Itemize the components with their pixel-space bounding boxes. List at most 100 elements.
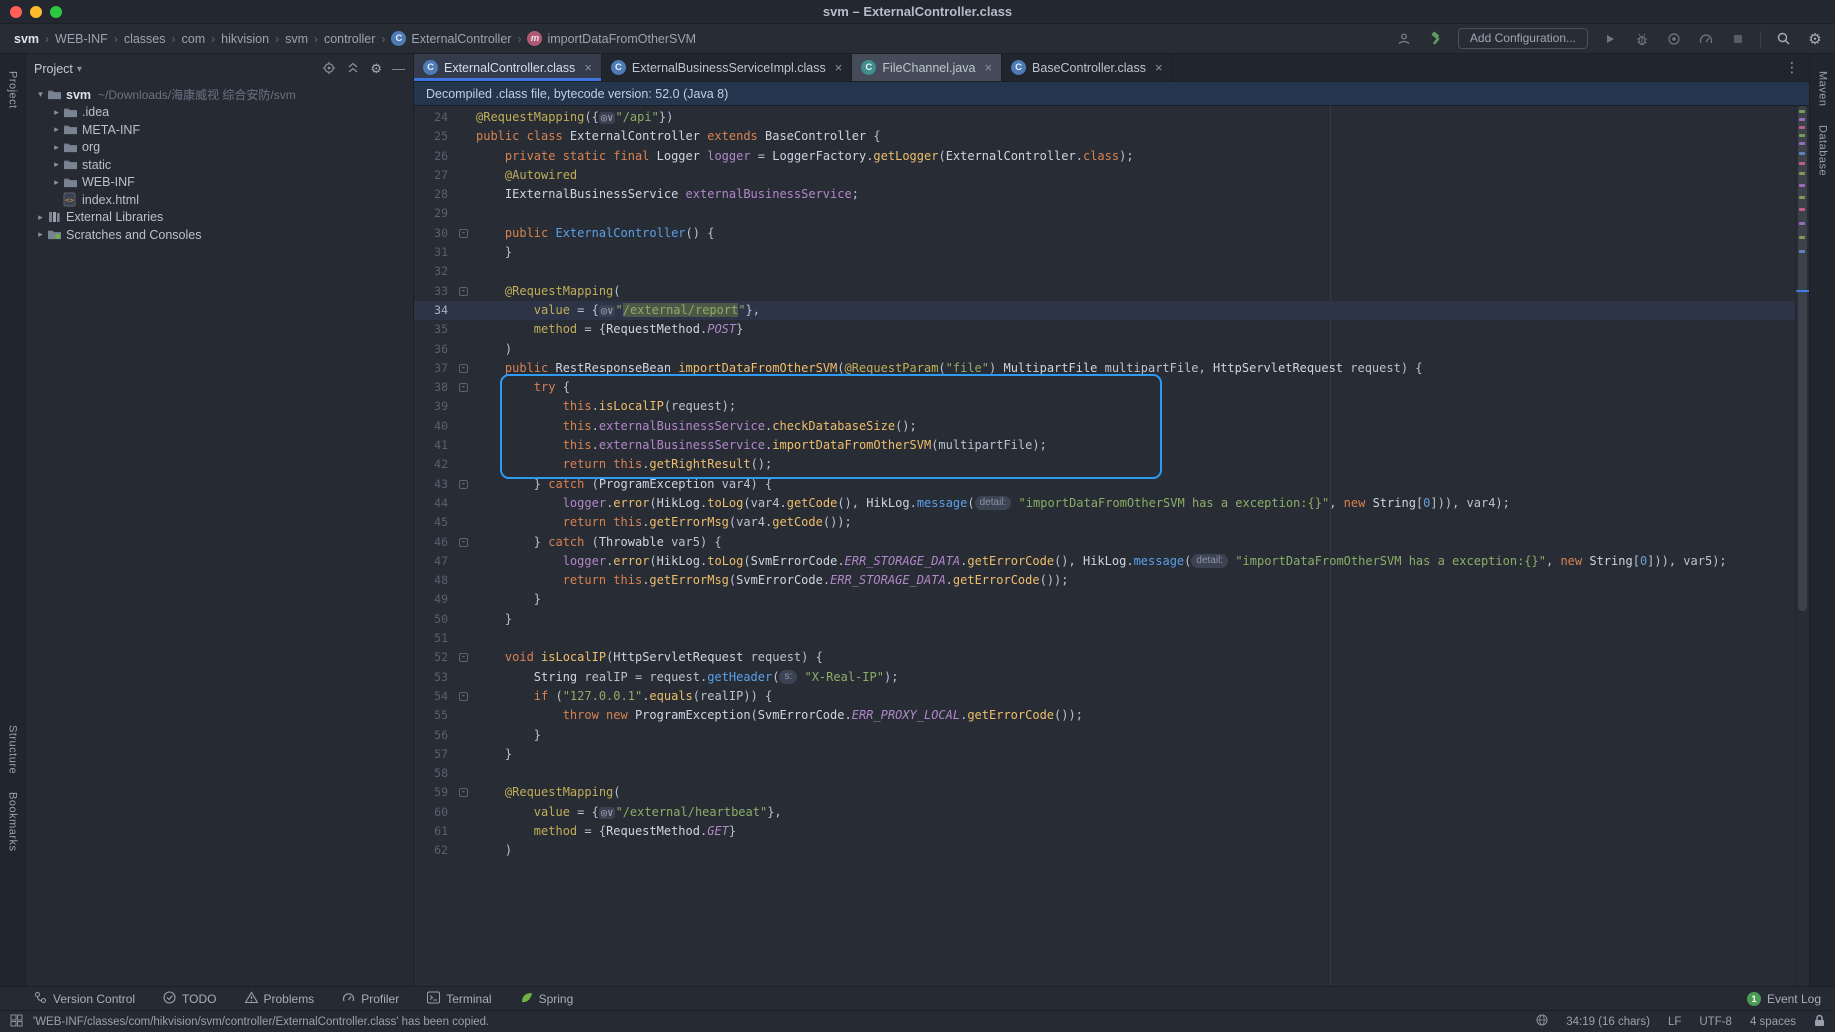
tree-item[interactable]: ▸External Libraries — [26, 209, 413, 227]
encoding-indicator[interactable]: UTF-8 — [1699, 1016, 1732, 1028]
code-line[interactable]: 38- try { — [414, 378, 1795, 397]
code-line[interactable]: 31 } — [414, 243, 1795, 262]
code-line[interactable]: 29 — [414, 204, 1795, 223]
code-line[interactable]: 50 } — [414, 610, 1795, 629]
background-process-icon[interactable] — [1536, 1014, 1548, 1029]
line-number[interactable]: 49 — [414, 590, 454, 609]
breadcrumb-item[interactable]: controller — [324, 32, 375, 46]
line-number[interactable]: 47 — [414, 552, 454, 571]
code-line[interactable]: 54- if ("127.0.0.1".equals(realIP)) { — [414, 687, 1795, 706]
tool-stripe-button-bookmarks[interactable]: Bookmarks — [7, 783, 19, 861]
tool-window-button-problems[interactable]: Problems — [245, 991, 315, 1007]
project-panel-title[interactable]: Project — [34, 62, 73, 76]
chevron-right-icon[interactable]: ▸ — [50, 107, 63, 118]
code-line[interactable]: 40 this.externalBusinessService.checkDat… — [414, 417, 1795, 436]
code-line[interactable]: 53 String realIP = request.getHeader(s: … — [414, 668, 1795, 687]
code-line[interactable]: 57 } — [414, 745, 1795, 764]
line-number[interactable]: 50 — [414, 610, 454, 629]
breadcrumb-item[interactable]: mimportDataFromOtherSVM — [527, 31, 696, 46]
debug-icon[interactable] — [1632, 29, 1652, 49]
code-line[interactable]: 27 @Autowired — [414, 166, 1795, 185]
fold-marker-icon[interactable]: - — [459, 287, 468, 296]
code-line[interactable]: 39 this.isLocalIP(request); — [414, 397, 1795, 416]
fold-marker-icon[interactable]: - — [459, 692, 468, 701]
window-zoom-button[interactable] — [50, 6, 62, 18]
code-line[interactable]: 37- public RestResponseBean importDataFr… — [414, 359, 1795, 378]
collapse-all-icon[interactable] — [346, 61, 360, 78]
fold-marker-icon[interactable]: - — [459, 538, 468, 547]
line-number[interactable]: 56 — [414, 726, 454, 745]
tool-window-button-version-control[interactable]: Version Control — [34, 991, 135, 1007]
code-line[interactable]: 56 } — [414, 726, 1795, 745]
line-number[interactable]: 37 — [414, 359, 454, 378]
window-close-button[interactable] — [10, 6, 22, 18]
code-line[interactable]: 60 value = {◎∨"/external/heartbeat"}, — [414, 803, 1795, 822]
code-line[interactable]: 45 return this.getErrorMsg(var4.getCode(… — [414, 513, 1795, 532]
tool-window-button-spring[interactable]: Spring — [520, 991, 574, 1007]
tool-stripe-button-project[interactable]: Project — [7, 62, 19, 118]
code-line[interactable]: 58 — [414, 764, 1795, 783]
line-number[interactable]: 54 — [414, 687, 454, 706]
line-number[interactable]: 29 — [414, 204, 454, 223]
code-line[interactable]: 34 value = {◎∨"/external/report"}, — [414, 301, 1795, 320]
tree-item[interactable]: ▸META-INF — [26, 121, 413, 139]
code-line[interactable]: 55 throw new ProgramException(SvmErrorCo… — [414, 706, 1795, 725]
search-icon[interactable] — [1773, 29, 1793, 49]
tree-item[interactable]: ▸org — [26, 139, 413, 157]
fold-marker-icon[interactable]: - — [459, 383, 468, 392]
line-number[interactable]: 51 — [414, 629, 454, 648]
code-line[interactable]: 42 return this.getRightResult(); — [414, 455, 1795, 474]
fold-marker-icon[interactable]: - — [459, 364, 468, 373]
run-icon[interactable] — [1600, 29, 1620, 49]
code-line[interactable]: 48 return this.getErrorMsg(SvmErrorCode.… — [414, 571, 1795, 590]
line-number[interactable]: 52 — [414, 648, 454, 667]
editor-options-icon[interactable]: ⋮ — [1775, 54, 1809, 81]
line-number[interactable]: 60 — [414, 803, 454, 822]
tree-item[interactable]: ▾svm~/Downloads/海康威视 综合安防/svm — [26, 86, 413, 104]
breadcrumb-item[interactable]: WEB-INF — [55, 32, 108, 46]
line-number[interactable]: 57 — [414, 745, 454, 764]
tree-item[interactable]: ▸Scratches and Consoles — [26, 226, 413, 244]
editor-scrollbar[interactable] — [1795, 106, 1809, 986]
code-line[interactable]: 28 IExternalBusinessService externalBusi… — [414, 185, 1795, 204]
line-number[interactable]: 41 — [414, 436, 454, 455]
line-number[interactable]: 24 — [414, 108, 454, 127]
tool-window-button-terminal[interactable]: Terminal — [427, 991, 491, 1007]
code-line[interactable]: 44 logger.error(HikLog.toLog(var4.getCod… — [414, 494, 1795, 513]
code-line[interactable]: 33- @RequestMapping( — [414, 282, 1795, 301]
breadcrumb-item[interactable]: CExternalController — [391, 31, 511, 46]
close-tab-icon[interactable]: × — [835, 60, 843, 75]
chevron-right-icon[interactable]: ▸ — [34, 229, 47, 240]
chevron-down-icon[interactable]: ▾ — [77, 64, 82, 75]
line-number[interactable]: 36 — [414, 340, 454, 359]
chevron-right-icon[interactable]: ▸ — [50, 159, 63, 170]
line-number[interactable]: 38 — [414, 378, 454, 397]
code-line[interactable]: 24@RequestMapping({◎∨"/api"}) — [414, 108, 1795, 127]
code-line[interactable]: 52- void isLocalIP(HttpServletRequest re… — [414, 648, 1795, 667]
tool-stripe-button-database[interactable]: Database — [1817, 116, 1829, 185]
line-number[interactable]: 34 — [414, 301, 454, 320]
line-number[interactable]: 40 — [414, 417, 454, 436]
tool-stripe-button-maven[interactable]: Maven — [1817, 62, 1829, 116]
line-number[interactable]: 46 — [414, 533, 454, 552]
tree-item[interactable]: ▸.idea — [26, 104, 413, 122]
code-editor[interactable]: 24@RequestMapping({◎∨"/api"})25public cl… — [414, 106, 1809, 986]
line-number[interactable]: 59 — [414, 783, 454, 802]
folded-region-icon[interactable]: ◎∨ — [599, 112, 616, 124]
indent-indicator[interactable]: 4 spaces — [1750, 1016, 1796, 1028]
close-tab-icon[interactable]: × — [584, 60, 592, 75]
line-number[interactable]: 48 — [414, 571, 454, 590]
code-line[interactable]: 49 } — [414, 590, 1795, 609]
editor-tab[interactable]: CExternalController.class× — [414, 54, 602, 81]
code-line[interactable]: 36 ) — [414, 340, 1795, 359]
scrollbar-thumb[interactable] — [1798, 106, 1807, 611]
code-line[interactable]: 46- } catch (Throwable var5) { — [414, 533, 1795, 552]
line-number[interactable]: 62 — [414, 841, 454, 860]
line-number[interactable]: 42 — [414, 455, 454, 474]
close-tab-icon[interactable]: × — [984, 60, 992, 75]
line-number[interactable]: 53 — [414, 668, 454, 687]
line-number[interactable]: 26 — [414, 147, 454, 166]
line-number[interactable]: 32 — [414, 262, 454, 281]
build-hammer-icon[interactable] — [1426, 29, 1446, 49]
close-tab-icon[interactable]: × — [1155, 60, 1163, 75]
